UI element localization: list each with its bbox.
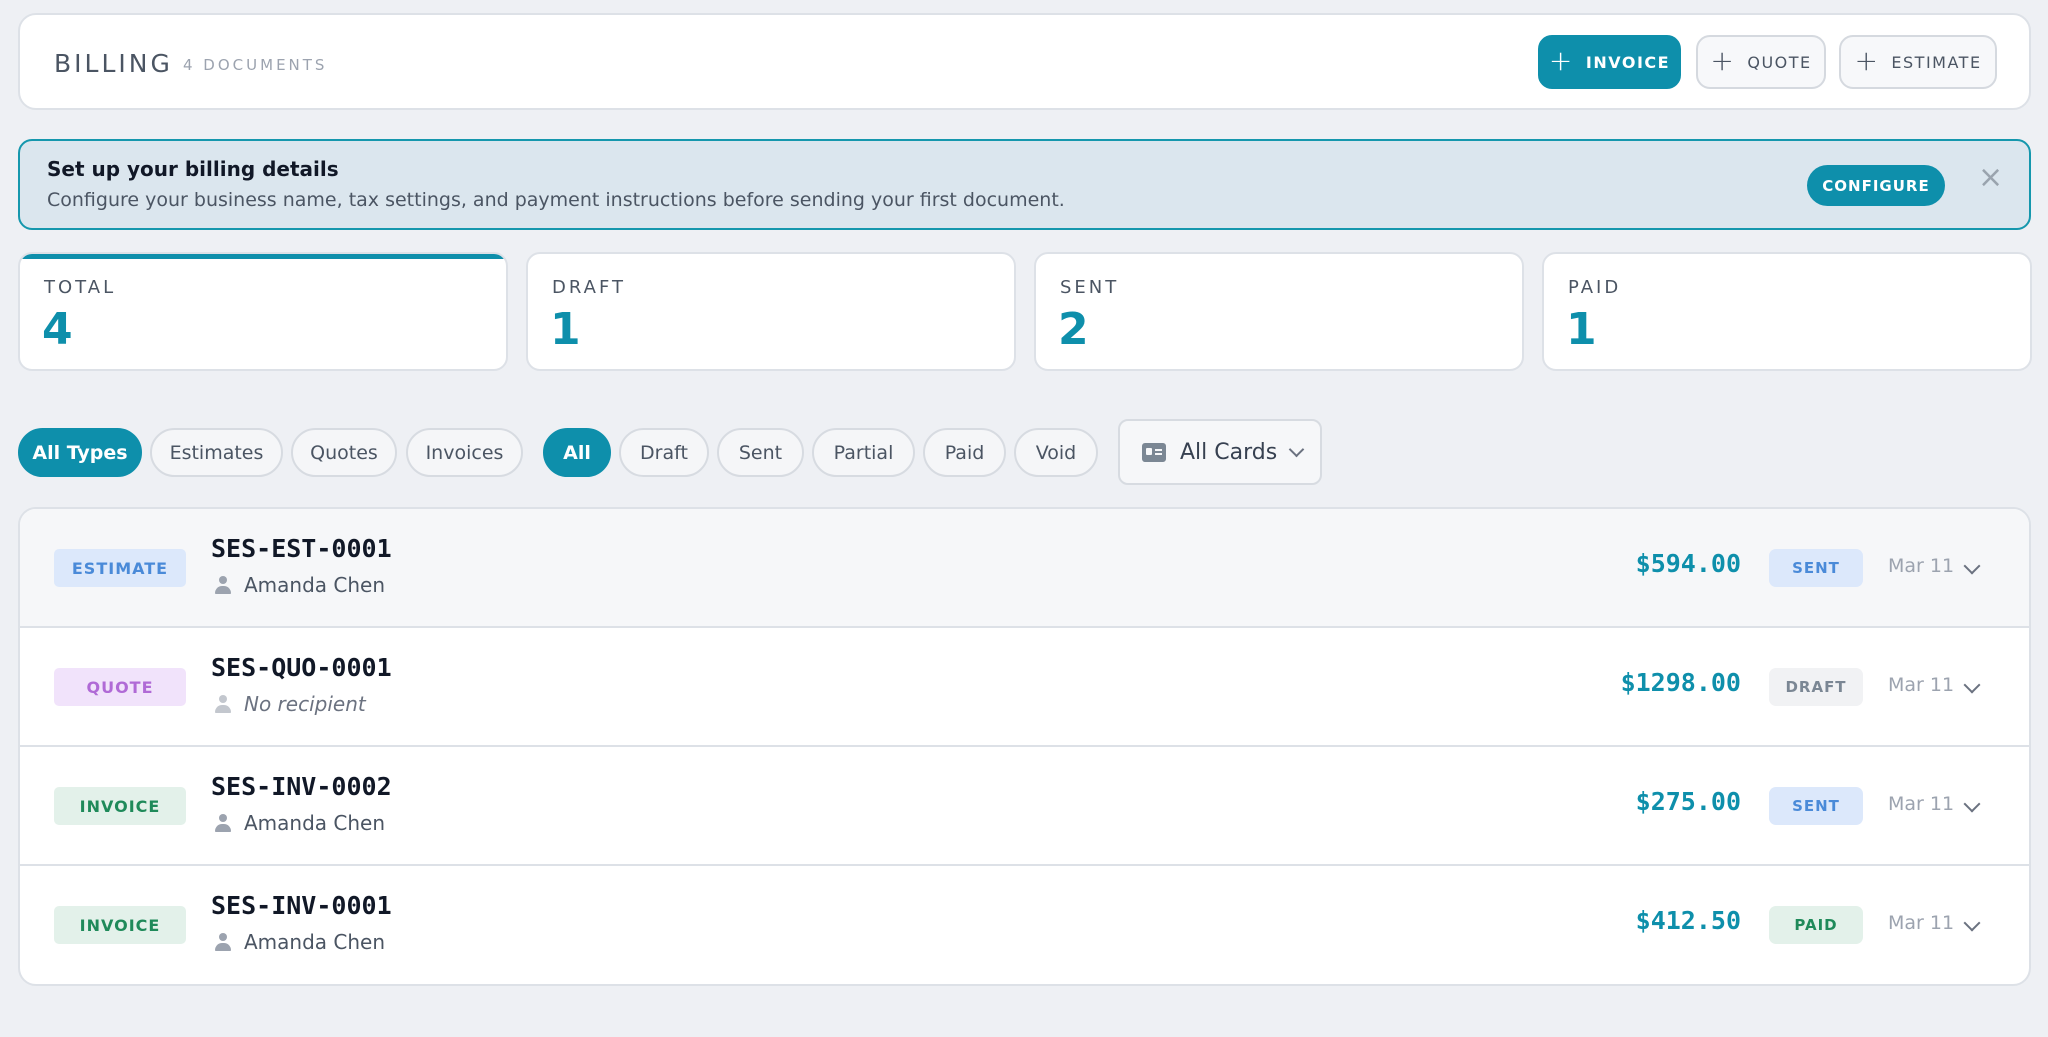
recipient-name: Amanda Chen	[244, 811, 386, 835]
status-badge: DRAFT	[1769, 668, 1863, 706]
chevron-down-icon	[1288, 441, 1305, 457]
stat-label: TOTAL	[44, 277, 117, 298]
banner-title: Set up your billing details	[47, 157, 339, 181]
stat-label: SENT	[1060, 277, 1120, 298]
filter-status-paid[interactable]: Paid	[923, 428, 1006, 477]
recipient-name: Amanda Chen	[244, 573, 386, 597]
filter-estimates[interactable]: Estimates	[150, 428, 283, 477]
person-icon	[215, 695, 231, 713]
new-estimate-label: ESTIMATE	[1891, 52, 1982, 72]
person-icon	[215, 814, 231, 832]
type-badge: ESTIMATE	[54, 549, 186, 587]
status-badge: SENT	[1769, 787, 1863, 825]
document-amount: $412.50	[1635, 906, 1741, 935]
stat-card-total[interactable]: TOTAL 4	[18, 252, 508, 371]
type-badge: INVOICE	[54, 787, 186, 825]
stat-value: 1	[550, 304, 581, 355]
document-amount: $275.00	[1635, 787, 1741, 816]
document-date: Mar 11	[1888, 912, 1955, 934]
document-id: SES-QUO-0001	[211, 653, 392, 682]
stat-value: 4	[42, 304, 73, 355]
recipient: Amanda Chen	[215, 811, 385, 835]
chevron-down-icon[interactable]	[1963, 557, 1981, 575]
person-icon	[215, 933, 231, 951]
stat-label: PAID	[1568, 277, 1622, 298]
new-quote-button[interactable]: + QUOTE	[1696, 35, 1826, 89]
banner-text: Configure your business name, tax settin…	[47, 189, 1065, 211]
document-id: SES-INV-0001	[211, 891, 392, 920]
document-count: 4 DOCUMENTS	[183, 56, 328, 74]
status-badge: SENT	[1769, 549, 1863, 587]
page-title: BILLING	[54, 49, 173, 78]
filter-quotes[interactable]: Quotes	[291, 428, 397, 477]
recipient-name: Amanda Chen	[244, 930, 386, 954]
new-quote-label: QUOTE	[1747, 52, 1812, 72]
stat-label: DRAFT	[552, 277, 626, 298]
document-date: Mar 11	[1888, 793, 1955, 815]
document-row[interactable]: INVOICE SES-INV-0001 Amanda Chen $412.50…	[20, 866, 2029, 984]
chevron-down-icon[interactable]	[1963, 795, 1981, 813]
new-invoice-label: INVOICE	[1585, 52, 1671, 72]
document-id: SES-INV-0002	[211, 772, 392, 801]
filter-status-draft[interactable]: Draft	[619, 428, 709, 477]
recipient: Amanda Chen	[215, 930, 385, 954]
cards-select[interactable]: All Cards	[1118, 419, 1322, 485]
document-date: Mar 11	[1888, 555, 1955, 577]
document-amount: $1298.00	[1620, 668, 1741, 697]
document-row[interactable]: INVOICE SES-INV-0002 Amanda Chen $275.00…	[20, 747, 2029, 866]
filter-status-sent[interactable]: Sent	[717, 428, 804, 477]
filter-invoices[interactable]: Invoices	[406, 428, 523, 477]
recipient: Amanda Chen	[215, 573, 385, 597]
document-id: SES-EST-0001	[211, 534, 392, 563]
stat-value: 1	[1566, 304, 1597, 355]
stat-card-sent[interactable]: SENT 2	[1034, 252, 1524, 371]
filter-all-types[interactable]: All Types	[18, 428, 142, 477]
document-row[interactable]: QUOTE SES-QUO-0001 No recipient $1298.00…	[20, 628, 2029, 747]
configure-button[interactable]: CONFIGURE	[1807, 165, 1945, 206]
new-estimate-button[interactable]: + ESTIMATE	[1839, 35, 1997, 89]
person-icon	[215, 576, 231, 594]
plus-icon: +	[1854, 43, 1880, 77]
chevron-down-icon[interactable]	[1963, 914, 1981, 932]
stat-card-draft[interactable]: DRAFT 1	[526, 252, 1016, 371]
close-icon[interactable]: ×	[1978, 163, 2003, 193]
stat-value: 2	[1058, 304, 1089, 355]
status-badge: PAID	[1769, 906, 1863, 944]
document-amount: $594.00	[1635, 549, 1741, 578]
type-badge: QUOTE	[54, 668, 186, 706]
filter-status-partial[interactable]: Partial	[812, 428, 915, 477]
plus-icon: +	[1710, 43, 1736, 77]
billing-header: BILLING 4 DOCUMENTS + INVOICE + QUOTE + …	[18, 13, 2031, 110]
new-invoice-button[interactable]: + INVOICE	[1538, 35, 1681, 89]
chevron-down-icon[interactable]	[1963, 676, 1981, 694]
plus-icon: +	[1548, 43, 1574, 77]
recipient: No recipient	[215, 692, 366, 716]
setup-banner: Set up your billing details Configure yo…	[18, 139, 2031, 230]
filter-status-all[interactable]: All	[543, 428, 611, 477]
document-list: ESTIMATE SES-EST-0001 Amanda Chen $594.0…	[18, 507, 2031, 986]
document-date: Mar 11	[1888, 674, 1955, 696]
document-row[interactable]: ESTIMATE SES-EST-0001 Amanda Chen $594.0…	[20, 509, 2029, 628]
id-card-icon	[1142, 442, 1166, 462]
stat-card-paid[interactable]: PAID 1	[1542, 252, 2032, 371]
recipient-name: No recipient	[244, 692, 366, 716]
type-badge: INVOICE	[54, 906, 186, 944]
cards-select-value: All Cards	[1180, 439, 1278, 465]
filter-status-void[interactable]: Void	[1014, 428, 1098, 477]
